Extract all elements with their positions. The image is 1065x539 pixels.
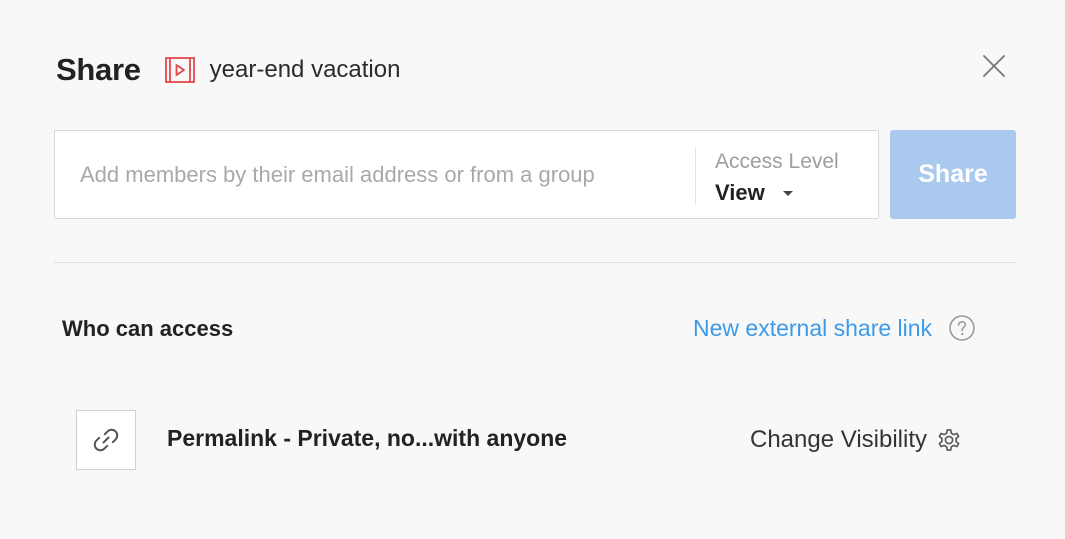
close-button[interactable] (978, 50, 1010, 82)
video-icon (164, 56, 195, 84)
dialog-title: Share (56, 52, 141, 87)
section-divider (54, 262, 1016, 263)
change-visibility-button[interactable]: Change Visibility (750, 423, 963, 457)
share-dialog: Share year-end vacation Access Level Vie… (0, 0, 1065, 539)
link-icon (93, 428, 119, 452)
external-share-link-row: New external share link (693, 312, 976, 344)
access-level-value: View (715, 180, 765, 205)
access-level-label: Access Level (715, 150, 839, 173)
dialog-header: Share year-end vacation (56, 50, 400, 90)
who-can-access-heading: Who can access (62, 316, 234, 341)
new-external-share-link[interactable]: New external share link (693, 315, 932, 342)
help-icon[interactable] (948, 314, 976, 342)
permalink-label: Permalink - Private, no...with anyone (167, 425, 568, 451)
permalink-icon-box (76, 410, 136, 470)
close-icon[interactable] (981, 53, 1007, 79)
change-visibility-label: Change Visibility (750, 426, 927, 453)
input-divider (695, 147, 696, 204)
shared-item-name: year-end vacation (209, 56, 401, 83)
access-level-selected[interactable]: View (715, 180, 865, 206)
invite-members-box: Access Level View (54, 130, 879, 219)
invite-members-input[interactable] (55, 131, 695, 218)
share-button[interactable]: Share (890, 130, 1016, 219)
caret-down-icon (782, 190, 793, 196)
access-level-dropdown[interactable]: Access Level View (715, 149, 865, 205)
gear-icon[interactable] (935, 426, 963, 454)
